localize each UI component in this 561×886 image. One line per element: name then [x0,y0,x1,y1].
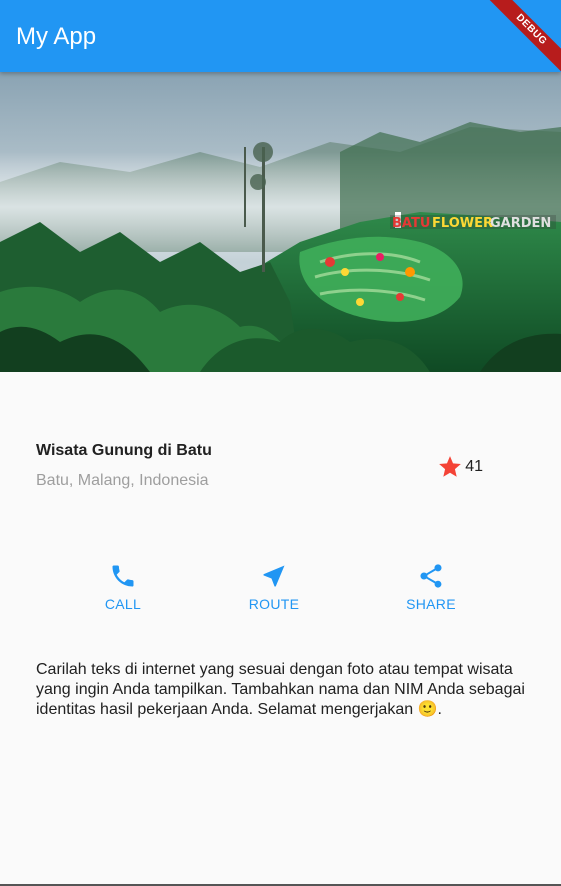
header-photo: BATU FLOWER GARDEN [0,72,561,372]
near-me-icon [263,565,285,587]
place-name: Wisata Gunung di Batu [36,442,212,459]
star-icon [439,456,462,477]
route-button[interactable]: ROUTE [224,562,324,612]
rating: 41 [437,454,483,480]
share-label: SHARE [406,596,456,612]
svg-text:BATU: BATU [392,216,430,231]
svg-text:GARDEN: GARDEN [490,216,551,231]
svg-text:FLOWER: FLOWER [432,216,493,231]
app-bar: My App [0,0,561,72]
call-button[interactable]: CALL [73,562,173,612]
title-section: Wisata Gunung di Batu Batu, Malang, Indo… [36,440,525,500]
share-icon [420,564,442,588]
app-title: My App [16,23,97,50]
description-text: Carilah teks di internet yang sesuai den… [36,661,525,718]
rating-count: 41 [465,458,483,475]
route-label: ROUTE [248,596,300,612]
share-button[interactable]: SHARE [381,562,481,612]
phone-icon [112,565,134,587]
place-location: Batu, Malang, Indonesia [36,472,209,489]
call-label: CALL [104,596,142,612]
action-buttons: CALL ROUTE SHARE [0,562,561,626]
